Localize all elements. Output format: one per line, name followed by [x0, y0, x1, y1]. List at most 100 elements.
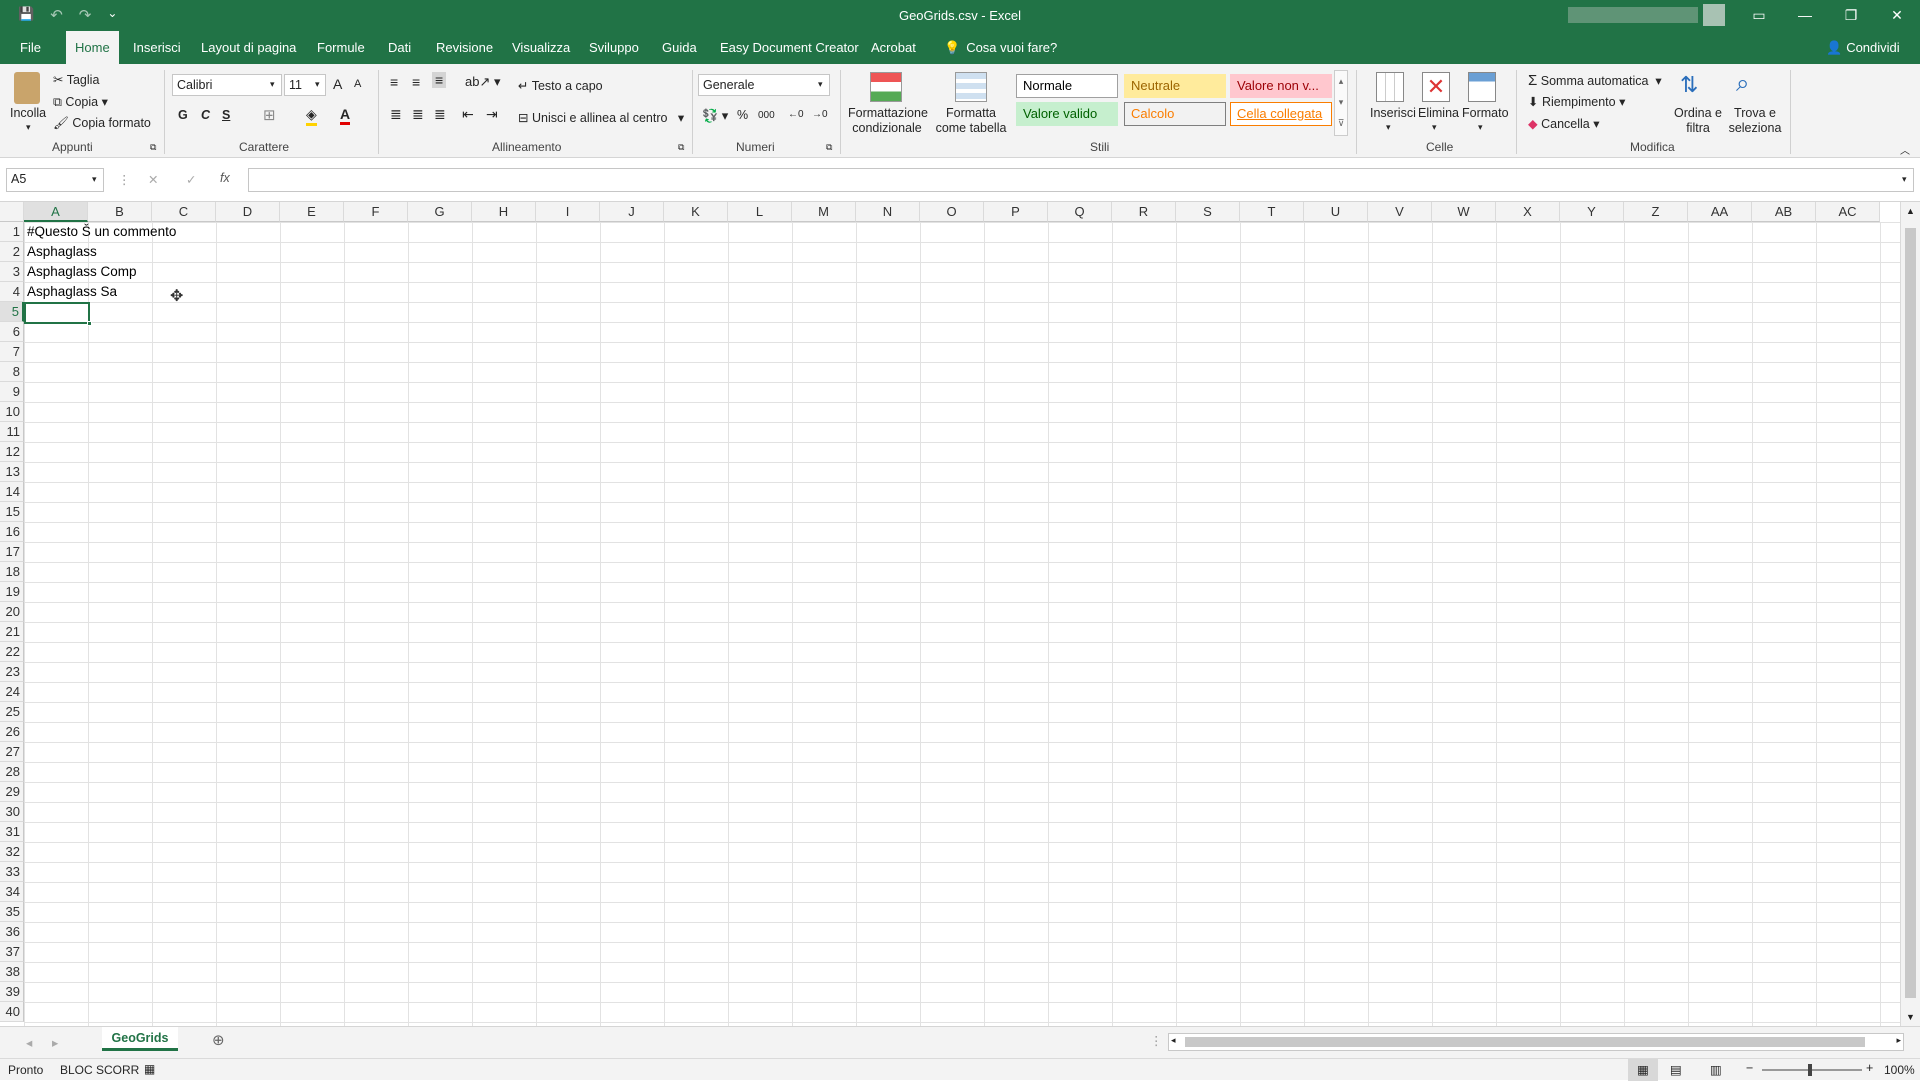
- row-header-30[interactable]: 30: [0, 802, 24, 822]
- increase-indent-icon[interactable]: ⇥: [486, 106, 498, 123]
- insert-cells-button[interactable]: Inserisci: [1370, 106, 1416, 120]
- shrink-font-button[interactable]: A: [354, 78, 361, 90]
- row-header-16[interactable]: 16: [0, 522, 24, 542]
- cell-A2[interactable]: Asphaglass: [24, 242, 97, 262]
- bold-button[interactable]: G: [178, 108, 188, 122]
- column-header-AB[interactable]: AB: [1752, 202, 1816, 222]
- cell-grid[interactable]: #Questo Š un commento Asphaglass Asphaglas…: [24, 222, 1900, 1026]
- row-header-8[interactable]: 8: [0, 362, 24, 382]
- row-header-13[interactable]: 13: [0, 462, 24, 482]
- number-launcher-icon[interactable]: ⧉: [826, 142, 832, 153]
- zoom-level[interactable]: 100%: [1884, 1063, 1915, 1077]
- normal-view-icon[interactable]: ▦: [1628, 1059, 1658, 1081]
- row-header-38[interactable]: 38: [0, 962, 24, 982]
- borders-icon[interactable]: ⊞: [263, 106, 276, 124]
- row-header-7[interactable]: 7: [0, 342, 24, 362]
- row-header-33[interactable]: 33: [0, 862, 24, 882]
- tab-easy-document-creator[interactable]: Easy Document Creator: [714, 31, 865, 64]
- row-header-15[interactable]: 15: [0, 502, 24, 522]
- orientation-icon[interactable]: ab↗ ▾: [465, 74, 501, 90]
- zoom-out-button[interactable]: −: [1746, 1061, 1753, 1075]
- column-header-T[interactable]: T: [1240, 202, 1304, 222]
- page-layout-view-icon[interactable]: ▤: [1670, 1062, 1682, 1077]
- delete-cells-icon[interactable]: ✕: [1422, 72, 1450, 102]
- row-header-28[interactable]: 28: [0, 762, 24, 782]
- expand-formula-bar-icon[interactable]: ▾: [1902, 174, 1907, 185]
- cell-style-5[interactable]: Cella collegata: [1230, 102, 1332, 126]
- column-header-S[interactable]: S: [1176, 202, 1240, 222]
- column-header-E[interactable]: E: [280, 202, 344, 222]
- align-top-icon[interactable]: ≡: [390, 74, 398, 90]
- column-header-R[interactable]: R: [1112, 202, 1176, 222]
- column-header-P[interactable]: P: [984, 202, 1048, 222]
- align-bottom-icon[interactable]: ≡: [432, 72, 447, 88]
- tab-view[interactable]: Visualizza: [506, 31, 576, 64]
- column-header-K[interactable]: K: [664, 202, 728, 222]
- decrease-decimal-icon[interactable]: →0: [812, 109, 828, 120]
- italic-button[interactable]: C: [201, 108, 210, 122]
- column-header-Z[interactable]: Z: [1624, 202, 1688, 222]
- column-header-F[interactable]: F: [344, 202, 408, 222]
- fill-button[interactable]: ⬇ Riempimento ▾: [1528, 94, 1625, 109]
- active-cell-cursor[interactable]: [24, 302, 90, 324]
- cell-A3[interactable]: Asphaglass Comp: [24, 262, 137, 282]
- percent-button[interactable]: %: [737, 108, 748, 122]
- column-header-N[interactable]: N: [856, 202, 920, 222]
- currency-icon[interactable]: 💱 ▾: [702, 108, 728, 124]
- column-header-C[interactable]: C: [152, 202, 216, 222]
- page-break-view-icon[interactable]: ▥: [1710, 1062, 1722, 1077]
- underline-button[interactable]: S: [222, 108, 230, 122]
- name-box[interactable]: A5: [6, 168, 104, 192]
- align-center-icon[interactable]: ≣: [412, 106, 424, 123]
- cell-style-2[interactable]: Valore non v...: [1230, 74, 1332, 98]
- close-button[interactable]: ✕: [1874, 0, 1920, 31]
- tab-formulas[interactable]: Formule: [311, 31, 371, 64]
- cell-A4[interactable]: Asphaglass Sa: [24, 282, 117, 302]
- zoom-slider[interactable]: [1762, 1064, 1862, 1076]
- row-header-37[interactable]: 37: [0, 942, 24, 962]
- tab-developer[interactable]: Sviluppo: [583, 31, 645, 64]
- row-header-27[interactable]: 27: [0, 742, 24, 762]
- new-sheet-icon[interactable]: ⊕: [212, 1031, 225, 1049]
- cell-style-0[interactable]: Normale: [1016, 74, 1118, 98]
- row-header-31[interactable]: 31: [0, 822, 24, 842]
- format-cells-button[interactable]: Formato: [1462, 106, 1509, 120]
- column-header-W[interactable]: W: [1432, 202, 1496, 222]
- column-header-D[interactable]: D: [216, 202, 280, 222]
- row-header-3[interactable]: 3: [0, 262, 24, 282]
- column-header-Q[interactable]: Q: [1048, 202, 1112, 222]
- font-name-select[interactable]: Calibri: [172, 74, 282, 96]
- column-header-V[interactable]: V: [1368, 202, 1432, 222]
- conditional-formatting-button[interactable]: Formattazione condizionale: [848, 106, 928, 136]
- tab-page-layout[interactable]: Layout di pagina: [195, 31, 302, 64]
- fill-handle[interactable]: [87, 321, 92, 326]
- tab-insert[interactable]: Inserisci: [127, 31, 187, 64]
- column-header-Y[interactable]: Y: [1560, 202, 1624, 222]
- enter-entry-icon[interactable]: ✓: [186, 172, 196, 187]
- format-as-table-button[interactable]: Formatta come tabella: [930, 106, 1012, 136]
- conditional-formatting-icon[interactable]: [870, 72, 902, 102]
- row-header-40[interactable]: 40: [0, 1002, 24, 1022]
- align-right-icon[interactable]: ≣: [434, 106, 446, 123]
- cell-style-1[interactable]: Neutrale: [1124, 74, 1226, 98]
- column-header-A[interactable]: A: [24, 202, 88, 222]
- user-name[interactable]: [1568, 7, 1698, 23]
- column-header-J[interactable]: J: [600, 202, 664, 222]
- row-header-2[interactable]: 2: [0, 242, 24, 262]
- cell-A1[interactable]: #Questo Š un commento: [24, 222, 176, 242]
- row-header-25[interactable]: 25: [0, 702, 24, 722]
- insert-function-icon[interactable]: fx: [220, 171, 230, 185]
- clipboard-launcher-icon[interactable]: ⧉: [150, 142, 156, 153]
- alignment-launcher-icon[interactable]: ⧉: [678, 142, 684, 153]
- sort-filter-icon[interactable]: ⇅: [1680, 72, 1698, 98]
- column-header-I[interactable]: I: [536, 202, 600, 222]
- tab-acrobat[interactable]: Acrobat: [865, 31, 922, 64]
- clear-button[interactable]: ◆ Cancella ▾: [1528, 116, 1600, 131]
- row-header-18[interactable]: 18: [0, 562, 24, 582]
- cell-style-4[interactable]: Calcolo: [1124, 102, 1226, 126]
- format-cells-icon[interactable]: [1468, 72, 1496, 102]
- fill-color-icon[interactable]: ◈: [306, 106, 317, 126]
- row-header-29[interactable]: 29: [0, 782, 24, 802]
- row-header-19[interactable]: 19: [0, 582, 24, 602]
- column-header-X[interactable]: X: [1496, 202, 1560, 222]
